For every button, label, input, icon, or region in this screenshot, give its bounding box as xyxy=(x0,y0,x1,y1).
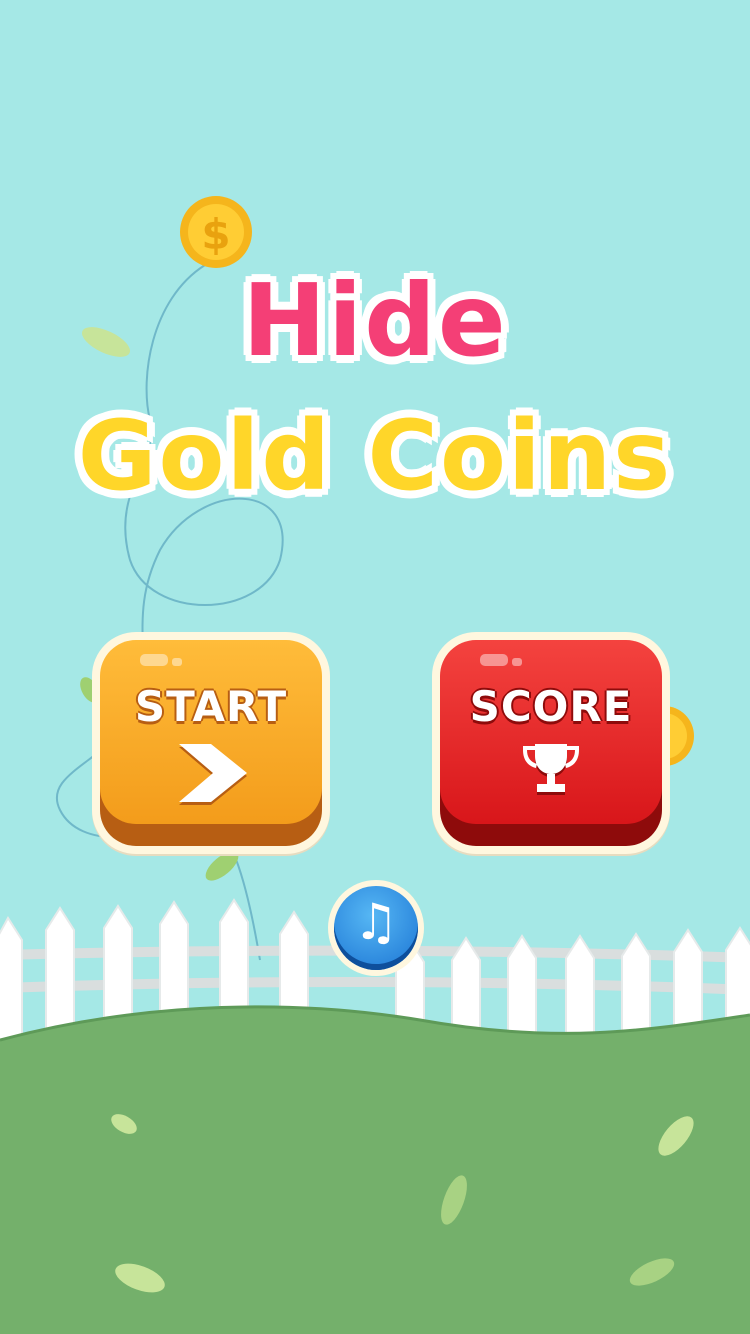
gold-coin-icon: $ xyxy=(180,196,252,268)
music-note-icon: ♫ xyxy=(353,893,399,951)
music-toggle-button[interactable]: ♫ xyxy=(328,880,424,976)
start-button[interactable]: START xyxy=(92,632,330,854)
start-button-label: START xyxy=(134,682,288,731)
score-button-label: SCORE xyxy=(469,682,633,731)
score-button[interactable]: SCORE xyxy=(432,632,670,854)
trophy-icon xyxy=(523,744,579,795)
game-scene: $ Hide Gold Coins START SCORE ♫ xyxy=(0,0,750,1334)
game-title-line2: Gold Coins xyxy=(76,399,673,514)
chevron-right-icon xyxy=(179,744,247,805)
svg-text:$: $ xyxy=(201,210,230,259)
game-title-line1: Hide xyxy=(241,261,508,381)
